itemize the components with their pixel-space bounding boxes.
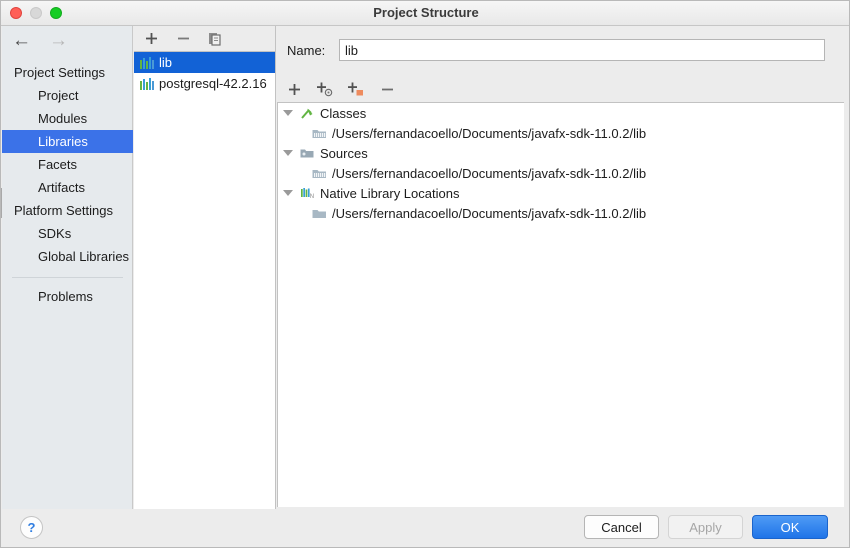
sidebar-item-libraries[interactable]: Libraries xyxy=(2,130,133,153)
ok-button[interactable]: OK xyxy=(752,515,828,539)
list-item-label: lib xyxy=(159,55,173,70)
name-input[interactable] xyxy=(339,39,825,61)
sidebar-item-platform-settings: Platform Settings xyxy=(14,203,113,218)
tree-node-label: Classes xyxy=(320,105,367,121)
sidebar-item-problems[interactable]: Problems xyxy=(2,285,133,308)
cancel-button[interactable]: Cancel xyxy=(584,515,659,539)
nav-arrows: ← → xyxy=(12,31,68,50)
library-icon xyxy=(140,56,154,69)
sidebar-divider xyxy=(12,277,123,278)
list-item-label: postgresql-42.2.16 xyxy=(159,76,267,91)
apply-button: Apply xyxy=(668,515,743,539)
list-item[interactable]: postgresql-42.2.16 xyxy=(134,73,275,94)
chevron-down-icon[interactable] xyxy=(278,110,298,116)
libraries-list-toolbar xyxy=(134,26,276,51)
libraries-list-panel: lib postgresql-42.2.16 xyxy=(134,26,276,509)
tree-leaf-classes-path[interactable]: /Users/fernandacoello/Documents/javafx-s… xyxy=(278,123,844,143)
svg-text:N: N xyxy=(309,194,313,200)
list-item[interactable]: lib xyxy=(134,52,275,73)
tree-node-classes[interactable]: Classes xyxy=(278,103,844,123)
sidebar-item-artifacts[interactable]: Artifacts xyxy=(2,176,133,199)
settings-sidebar: ← → Project Settings Project Modules Lib… xyxy=(2,26,133,509)
tree-node-native-library-locations[interactable]: N Native Library Locations xyxy=(278,183,844,203)
tree-leaf-label: /Users/fernandacoello/Documents/javafx-s… xyxy=(332,205,647,221)
help-button[interactable]: ? xyxy=(20,516,43,539)
classes-icon xyxy=(298,106,316,120)
library-roots-tree[interactable]: Classes /Users/fernandacoello/Documents/… xyxy=(277,102,844,507)
remove-root-button[interactable] xyxy=(378,80,396,98)
remove-library-button[interactable] xyxy=(174,30,192,48)
sidebar-item-project[interactable]: Project xyxy=(2,84,133,107)
sidebar-nav-list: Project Settings Project Modules Librari… xyxy=(2,61,133,308)
library-detail-panel: Name: lib Classes /Users/fernandacoello/… xyxy=(277,26,849,509)
window-title: Project Structure xyxy=(373,5,479,20)
sidebar-item-facets[interactable]: Facets xyxy=(2,153,133,176)
tree-node-label: Native Library Locations xyxy=(320,185,460,201)
name-label: Name: xyxy=(287,42,326,58)
forward-arrow-icon[interactable]: → xyxy=(49,31,68,50)
add-root-button[interactable] xyxy=(285,80,303,98)
tree-leaf-label: /Users/fernandacoello/Documents/javafx-s… xyxy=(332,125,647,141)
sidebar-item-sdks[interactable]: SDKs xyxy=(2,222,133,245)
libraries-list[interactable]: lib postgresql-42.2.16 xyxy=(134,51,275,509)
project-structure-dialog: Project Structure ← → Project Settings P… xyxy=(0,0,850,548)
roots-toolbar xyxy=(277,76,849,102)
copy-library-button[interactable] xyxy=(206,30,224,48)
sidebar-item-global-libraries[interactable]: Global Libraries xyxy=(2,245,133,268)
add-jar-directory-button[interactable] xyxy=(347,80,365,98)
folder-icon xyxy=(310,207,328,220)
sources-folder-icon xyxy=(298,147,316,160)
back-arrow-icon[interactable]: ← xyxy=(12,31,31,50)
chevron-down-icon[interactable] xyxy=(278,150,298,156)
chevron-down-icon[interactable] xyxy=(278,190,298,196)
dialog-footer: ? Cancel Apply OK xyxy=(1,509,849,547)
tree-node-label: Sources xyxy=(320,145,368,161)
sidebar-item-modules[interactable]: Modules xyxy=(2,107,133,130)
native-library-icon: N xyxy=(298,186,316,200)
add-library-button[interactable] xyxy=(142,30,160,48)
tree-leaf-sources-path[interactable]: /Users/fernandacoello/Documents/javafx-s… xyxy=(278,163,844,183)
archive-folder-icon xyxy=(310,127,328,140)
library-icon xyxy=(140,77,154,90)
title-bar: Project Structure xyxy=(1,1,849,26)
tree-leaf-native-path[interactable]: /Users/fernandacoello/Documents/javafx-s… xyxy=(278,203,844,223)
name-row: Name: xyxy=(277,36,849,64)
tree-leaf-label: /Users/fernandacoello/Documents/javafx-s… xyxy=(332,165,647,181)
add-classes-button[interactable] xyxy=(316,80,334,98)
archive-folder-icon xyxy=(310,167,328,180)
tree-node-sources[interactable]: Sources xyxy=(278,143,844,163)
sidebar-item-project-settings: Project Settings xyxy=(14,65,106,80)
